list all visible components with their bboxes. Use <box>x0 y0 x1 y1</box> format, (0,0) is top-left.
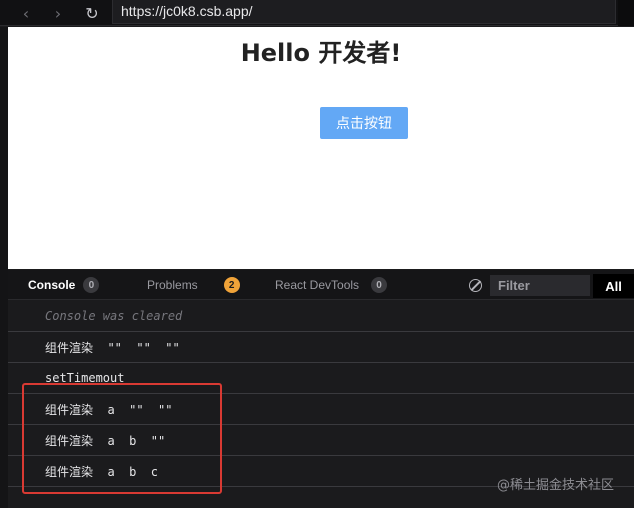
reload-icon[interactable]: ↻ <box>78 0 106 26</box>
toolbar-edge <box>618 0 634 26</box>
tab-console-label: Console <box>28 278 76 292</box>
page-heading: Hello 开发者! <box>240 39 402 67</box>
log-entry: 组件渲染 a "" "" <box>8 394 634 425</box>
url-bar[interactable]: https://jc0k8.csb.app/ <box>112 0 616 24</box>
tab-problems-label: Problems <box>147 278 198 292</box>
tab-problems[interactable]: Problems 2 <box>147 270 240 300</box>
console-log-list: Console was cleared 组件渲染 "" "" "" setTim… <box>8 301 634 487</box>
chevron-right-icon[interactable]: › <box>44 0 72 26</box>
devtools-tabs: Console 0 Problems 2 React DevTools 0 Al… <box>8 270 634 300</box>
devtools-panel: Console 0 Problems 2 React DevTools 0 Al… <box>8 270 634 508</box>
chevron-left-icon[interactable]: ‹ <box>12 0 40 26</box>
preview-pane: Hello 开发者! 点击按钮 <box>8 27 634 269</box>
clear-console-icon[interactable] <box>469 279 482 292</box>
react-devtools-count-badge: 0 <box>371 277 388 293</box>
tab-console[interactable]: Console 0 <box>28 270 100 300</box>
console-count-badge: 0 <box>83 277 100 293</box>
click-button[interactable]: 点击按钮 <box>320 107 408 139</box>
log-entry: setTimemout <box>8 363 634 394</box>
filter-input[interactable] <box>490 275 590 296</box>
problems-count-badge: 2 <box>223 277 240 293</box>
watermark: @稀土掘金技术社区 <box>497 478 615 493</box>
log-entry: 组件渲染 "" "" "" <box>8 332 634 363</box>
log-entry: Console was cleared <box>8 301 634 332</box>
log-level-toggle[interactable]: All <box>593 274 634 298</box>
browser-toolbar: ‹ › ↻ https://jc0k8.csb.app/ <box>0 0 634 26</box>
left-gutter <box>0 27 8 508</box>
tab-react-devtools[interactable]: React DevTools 0 <box>275 270 388 300</box>
log-entry: 组件渲染 a b "" <box>8 425 634 456</box>
tab-react-devtools-label: React DevTools <box>275 278 360 292</box>
